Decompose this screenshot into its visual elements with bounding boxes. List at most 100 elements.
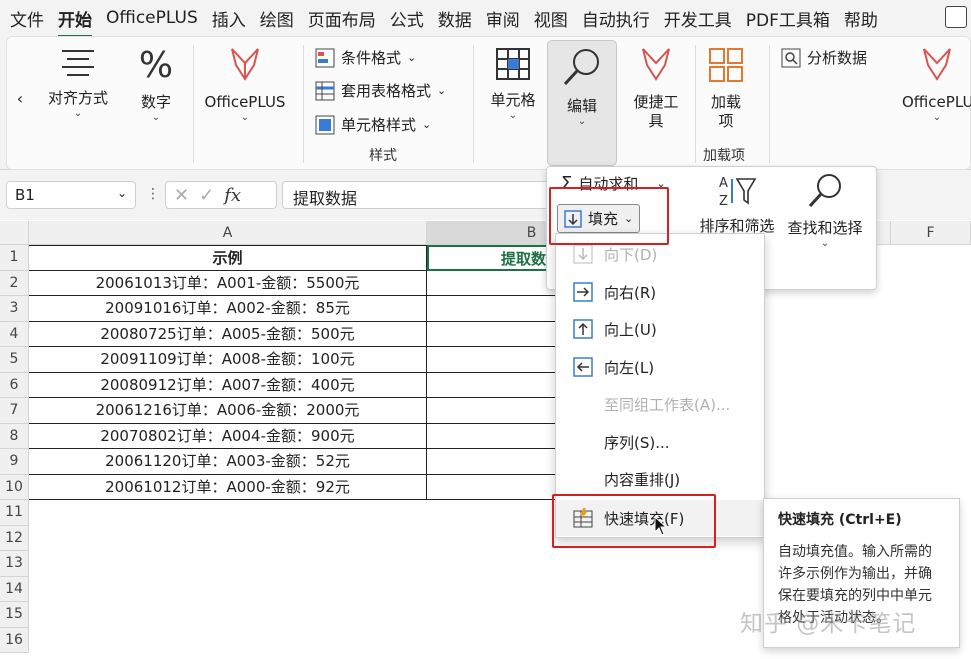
select-all-corner[interactable] [0, 221, 29, 245]
row-header[interactable]: 1 [0, 245, 29, 271]
header-cell-b[interactable]: 提取数 [427, 245, 557, 271]
row-header[interactable]: 11 [0, 500, 29, 526]
search-icon [808, 174, 841, 208]
table-cell[interactable] [427, 347, 557, 373]
row-header[interactable]: 5 [0, 347, 29, 373]
menu-item[interactable]: 审阅 [486, 6, 520, 31]
table-cell[interactable] [427, 321, 557, 347]
row-header[interactable]: 8 [0, 423, 29, 449]
fill-up-item[interactable]: 向上(U) [556, 311, 764, 347]
menu-item[interactable]: PDF工具箱 [746, 6, 830, 31]
menu-item[interactable]: 开发工具 [664, 6, 732, 31]
analyze-data-button[interactable]: 分析数据 [781, 47, 867, 68]
more-options-icon[interactable]: ⋮ [146, 186, 160, 202]
ribbon-scroll-left-button[interactable]: ‹ [9, 89, 31, 108]
table-cell[interactable]: 20061012订单：A000-金额：92元 [29, 474, 427, 500]
edit-button[interactable]: 编辑 ⌄ [547, 40, 617, 166]
menu-bar: 文件 开始 OfficePLUS 插入 绘图 页面布局 公式 数据 审阅 视图 自动执行 开发工具 PD… [0, 0, 971, 38]
align-button[interactable]: 对齐方式 ⌄ [39, 45, 117, 120]
fill-justify-label: 内容重排(J) [604, 470, 681, 489]
table-cell[interactable]: 20080912订单：A007-金额：400元 [29, 372, 427, 398]
menu-item[interactable]: 自动执行 [582, 6, 650, 31]
menu-item[interactable]: 公式 [390, 6, 424, 31]
row-header[interactable]: 4 [0, 321, 29, 347]
row-header[interactable]: 9 [0, 449, 29, 475]
fill-series-item[interactable]: 序列(S)... [556, 424, 764, 460]
find-select-label: 查找和选择 [787, 219, 863, 237]
table-cell[interactable]: 20061013订单：A001-金额：5500元 [29, 270, 427, 296]
analyze-data-label: 分析数据 [807, 49, 868, 67]
row-header[interactable]: 7 [0, 398, 29, 424]
comment-icon[interactable] [945, 6, 967, 28]
menu-item[interactable]: 视图 [534, 6, 568, 31]
row-header[interactable]: 13 [0, 551, 29, 577]
fill-left-label: 向左(L) [604, 358, 655, 377]
fill-left-icon [572, 356, 594, 378]
table-cell[interactable] [427, 270, 557, 296]
table-cell[interactable] [427, 474, 557, 500]
addins-group-label: 加载项 [703, 148, 745, 164]
number-button[interactable]: % 数字 ⌄ [131, 45, 181, 124]
table-cell[interactable] [427, 398, 557, 424]
cells-icon [496, 48, 530, 80]
row-header[interactable]: 16 [0, 627, 29, 653]
sort-filter-icon: AZ [719, 176, 757, 209]
row-header[interactable]: 10 [0, 474, 29, 500]
chevron-down-icon: ⌄ [240, 112, 250, 123]
officeplus-button[interactable]: OfficePLUS ⌄ [199, 43, 291, 124]
menu-item[interactable]: OfficePLUS [106, 8, 198, 28]
menu-item[interactable]: 绘图 [260, 6, 294, 31]
fill-left-item[interactable]: 向左(L) [556, 349, 764, 385]
table-cell[interactable] [427, 296, 557, 322]
confirm-icon[interactable]: ✓ [199, 185, 214, 206]
column-header-f[interactable]: F [891, 221, 971, 245]
formula-input[interactable]: 提取数据 [282, 181, 550, 209]
table-format-button[interactable]: 套用表格格式 ⌄ [315, 80, 446, 101]
conditional-format-button[interactable]: 条件格式 ⌄ [315, 47, 416, 68]
officeplus-icon [923, 48, 951, 81]
table-cell[interactable]: 20091016订单：A002-金额：85元 [29, 296, 427, 322]
function-icon[interactable]: fx [224, 185, 241, 206]
column-header-a[interactable]: A [29, 221, 427, 245]
menu-item[interactable]: 插入 [212, 6, 246, 31]
cells-button[interactable]: 单元格 ⌄ [481, 45, 545, 122]
officeplus-right-button[interactable]: OfficePLU ⌄ [902, 43, 971, 124]
fill-series-label: 序列(S)... [604, 433, 670, 452]
menu-item[interactable]: 文件 [10, 6, 44, 31]
fill-up-icon [572, 318, 594, 340]
name-box[interactable]: B1 ⌄ [6, 181, 136, 209]
chevron-down-icon[interactable]: ⌄ [117, 186, 127, 200]
watermark: 知乎 @米卡笔记 [740, 611, 917, 637]
table-cell[interactable] [427, 449, 557, 475]
table-cell[interactable]: 20080725订单：A005-金额：500元 [29, 321, 427, 347]
row-header[interactable]: 3 [0, 296, 29, 322]
number-label: 数字 [140, 93, 171, 111]
menu-item[interactable]: 数据 [438, 6, 472, 31]
fill-justify-item[interactable]: 内容重排(J) [556, 461, 764, 497]
row-header[interactable]: 12 [0, 525, 29, 551]
cell-style-button[interactable]: 单元格样式 ⌄ [315, 114, 431, 135]
row-header[interactable]: 6 [0, 372, 29, 398]
quick-tools-button[interactable]: 便捷工具 [623, 43, 689, 131]
table-cell[interactable]: 20070802订单：A004-金额：900元 [29, 423, 427, 449]
menu-item[interactable]: 开始 [58, 6, 92, 38]
addins-button[interactable]: 加载项 [703, 45, 749, 131]
fill-across-sheets-item[interactable]: 至同组工作表(A)... [556, 386, 764, 422]
cancel-icon[interactable]: ✕ [174, 185, 189, 206]
table-cell[interactable]: 20061216订单：A006-金额：2000元 [29, 398, 427, 424]
table-cell[interactable] [427, 372, 557, 398]
menu-item[interactable]: 页面布局 [308, 6, 376, 31]
table-cell[interactable]: 20091109订单：A008-金额：100元 [29, 347, 427, 373]
row-header[interactable]: 2 [0, 270, 29, 296]
fill-right-item[interactable]: 向右(R) [556, 274, 764, 310]
table-cell[interactable] [427, 423, 557, 449]
menu-item[interactable]: 帮助 [844, 6, 878, 31]
row-header[interactable]: 15 [0, 602, 29, 628]
table-cell[interactable]: 20061120订单：A003-金额：52元 [29, 449, 427, 475]
fill-dropdown-menu: 向下(D) 向右(R) 向上(U) 向左(L) 至同组工作表(A)... 序列(… [555, 233, 765, 538]
find-select-button[interactable]: 查找和选择 ⌄ [783, 171, 867, 250]
header-cell-a[interactable]: 示例 [29, 245, 427, 271]
row-header[interactable]: 14 [0, 576, 29, 602]
cells-label: 单元格 [490, 91, 536, 109]
sort-filter-button[interactable]: AZ 排序和筛选 [695, 173, 779, 236]
